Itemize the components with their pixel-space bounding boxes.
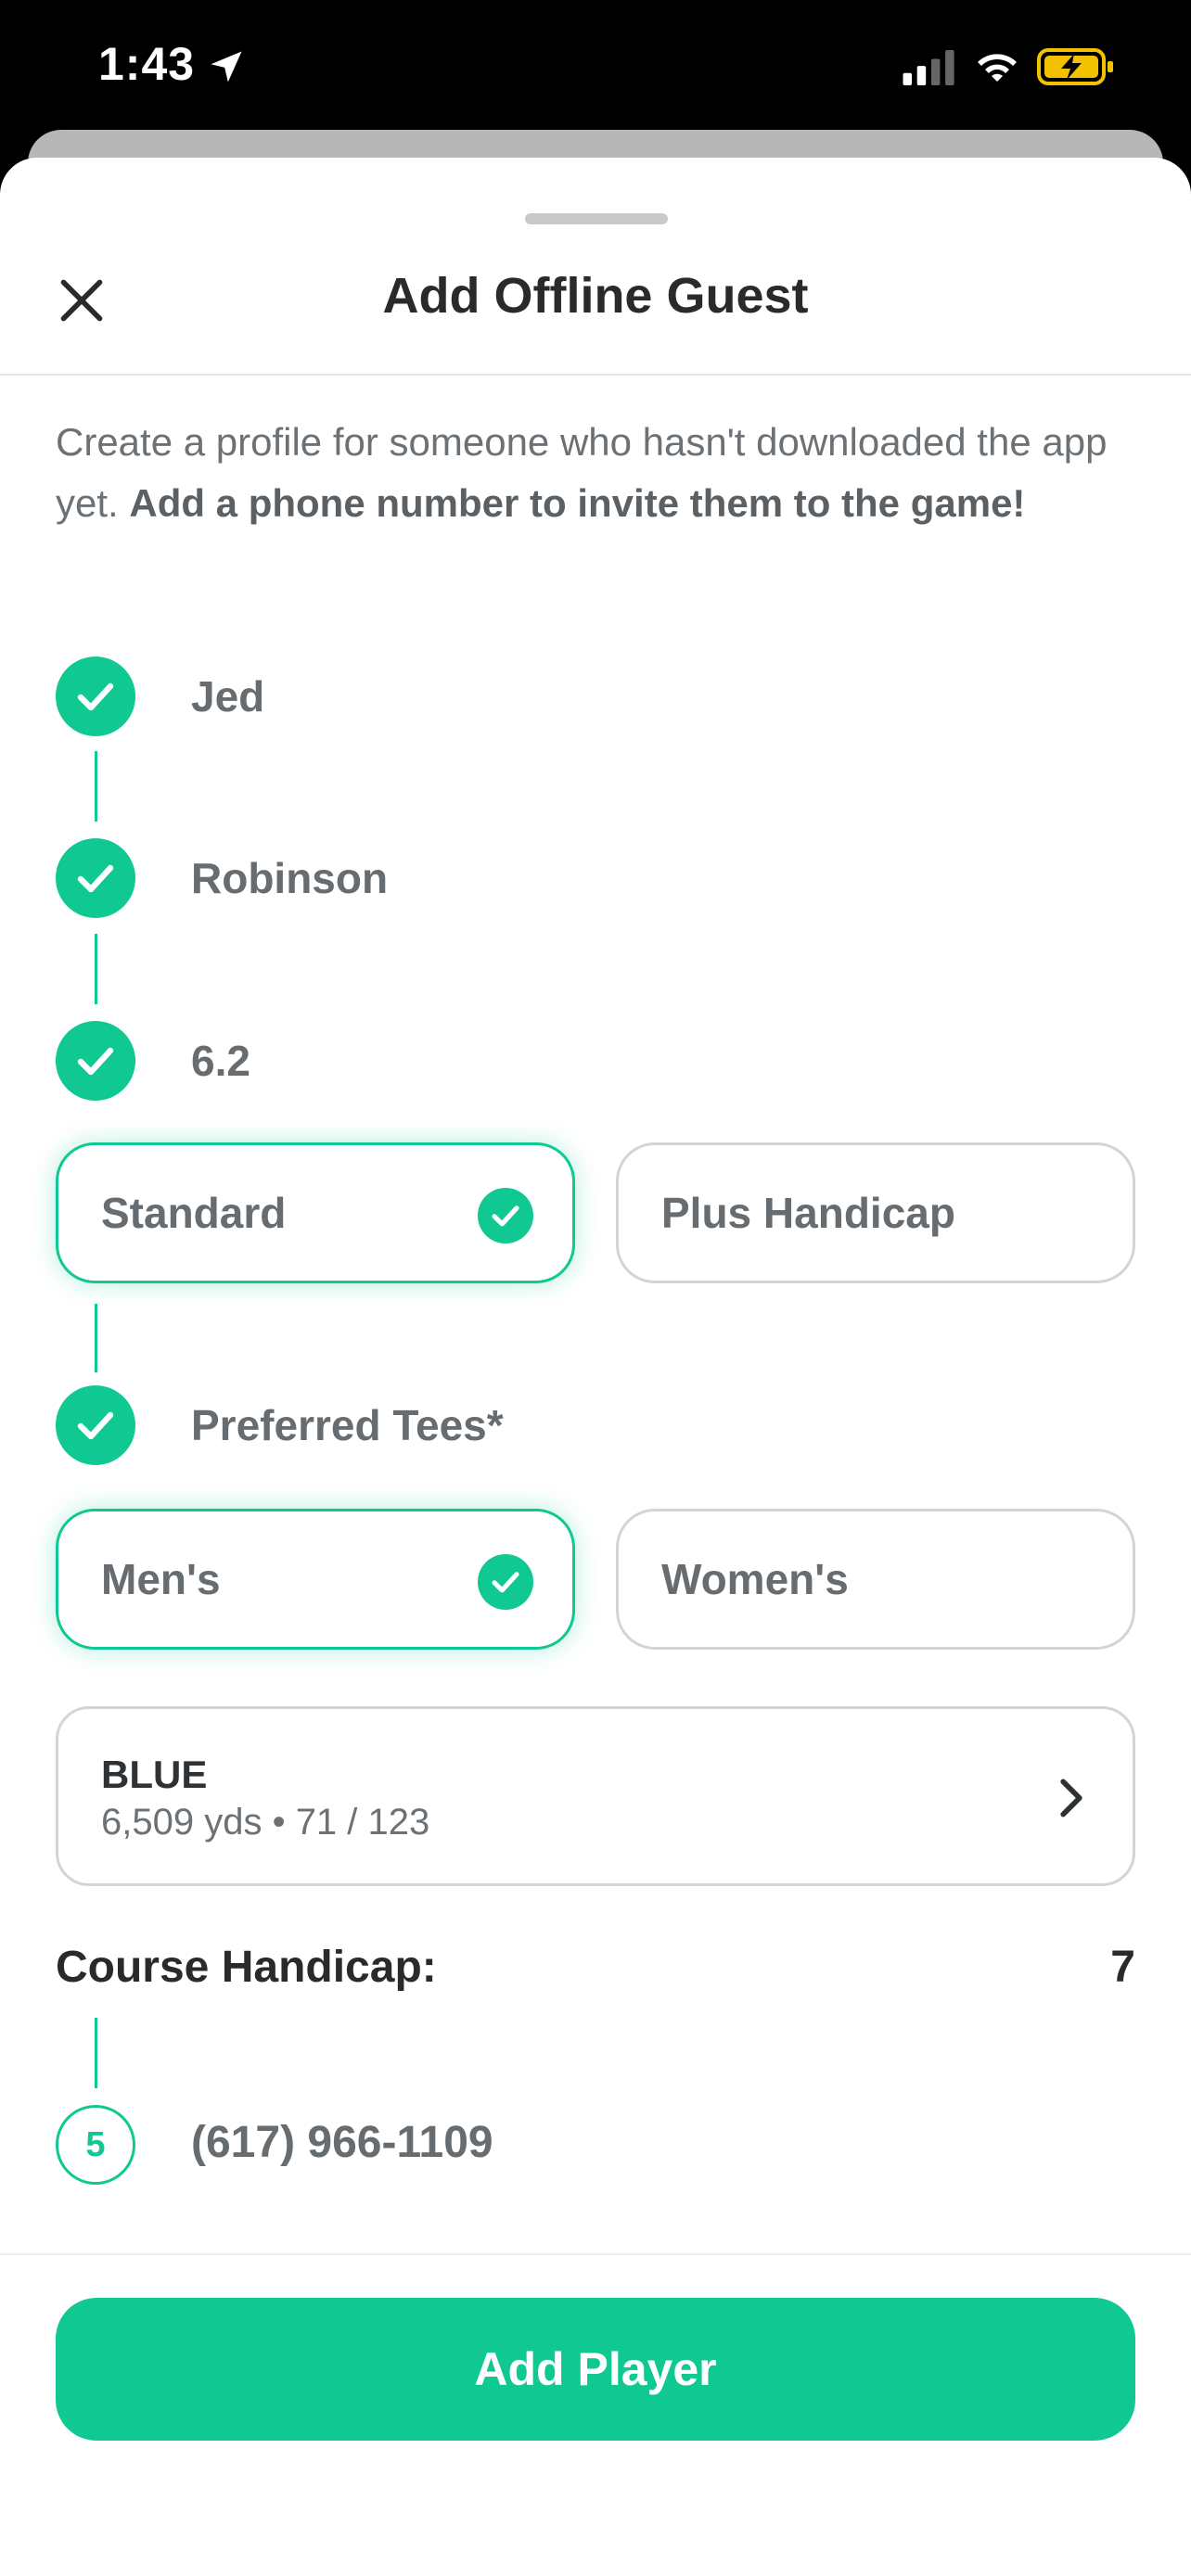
step-check-tees — [56, 1385, 135, 1465]
handicap-index-field[interactable]: 6.2 — [191, 1033, 250, 1089]
tee-selector[interactable]: BLUE 6,509 yds • 71 / 123 — [56, 1706, 1135, 1886]
status-bar: 1:43 — [0, 0, 1191, 130]
status-time: 1:43 — [98, 38, 196, 90]
step-number-phone: 5 — [56, 2105, 135, 2185]
step-connector — [95, 934, 97, 1004]
step-connector — [95, 751, 97, 822]
location-arrow-icon — [211, 51, 242, 83]
option-standard[interactable]: Standard — [56, 1142, 575, 1283]
step-connector — [95, 2018, 97, 2088]
option-womens[interactable]: Women's — [616, 1509, 1135, 1650]
step-connector — [95, 1304, 97, 1372]
preferred-tees-label: Preferred Tees* — [191, 1401, 504, 1449]
intro-text: Create a profile for someone who hasn't … — [56, 412, 1141, 534]
selected-check-icon — [478, 1554, 533, 1610]
check-icon — [77, 1411, 114, 1440]
option-label: Plus Handicap — [661, 1189, 955, 1237]
option-label: Standard — [101, 1189, 287, 1237]
sheet-grabber[interactable] — [525, 213, 668, 224]
last-name-field[interactable]: Robinson — [191, 850, 388, 906]
chevron-right-icon — [1060, 1779, 1082, 1817]
header-divider — [0, 374, 1191, 376]
option-mens[interactable]: Men's — [56, 1509, 575, 1650]
tee-info: 6,509 yds • 71 / 123 — [101, 1802, 430, 1843]
tee-name: BLUE — [101, 1753, 208, 1796]
check-icon — [77, 864, 114, 893]
wifi-icon — [978, 54, 1017, 82]
course-handicap-label: Course Handicap: — [56, 1943, 437, 1992]
intro-text-bold: Add a phone number to invite them to the… — [129, 481, 1026, 525]
step-check-first-name — [56, 657, 135, 736]
selected-check-icon — [478, 1188, 533, 1243]
option-label: Men's — [101, 1555, 221, 1603]
option-plus-handicap[interactable]: Plus Handicap — [616, 1142, 1135, 1283]
add-player-button[interactable]: Add Player — [56, 2298, 1135, 2441]
footer-divider — [0, 2253, 1191, 2255]
course-handicap-value: 7 — [1110, 1943, 1135, 1992]
step-check-handicap — [56, 1021, 135, 1101]
signal-icon — [903, 50, 954, 85]
battery-charging-icon — [1037, 48, 1113, 85]
page-title: Add Offline Guest — [382, 268, 809, 324]
phone-field[interactable]: (617) 966-1109 — [191, 2117, 493, 2168]
check-icon — [77, 1047, 114, 1076]
step-check-last-name — [56, 838, 135, 918]
check-icon — [77, 682, 114, 711]
add-guest-sheet: Add Offline Guest Create a profile for s… — [0, 158, 1191, 2576]
first-name-field[interactable]: Jed — [191, 669, 264, 724]
option-label: Women's — [661, 1555, 849, 1603]
